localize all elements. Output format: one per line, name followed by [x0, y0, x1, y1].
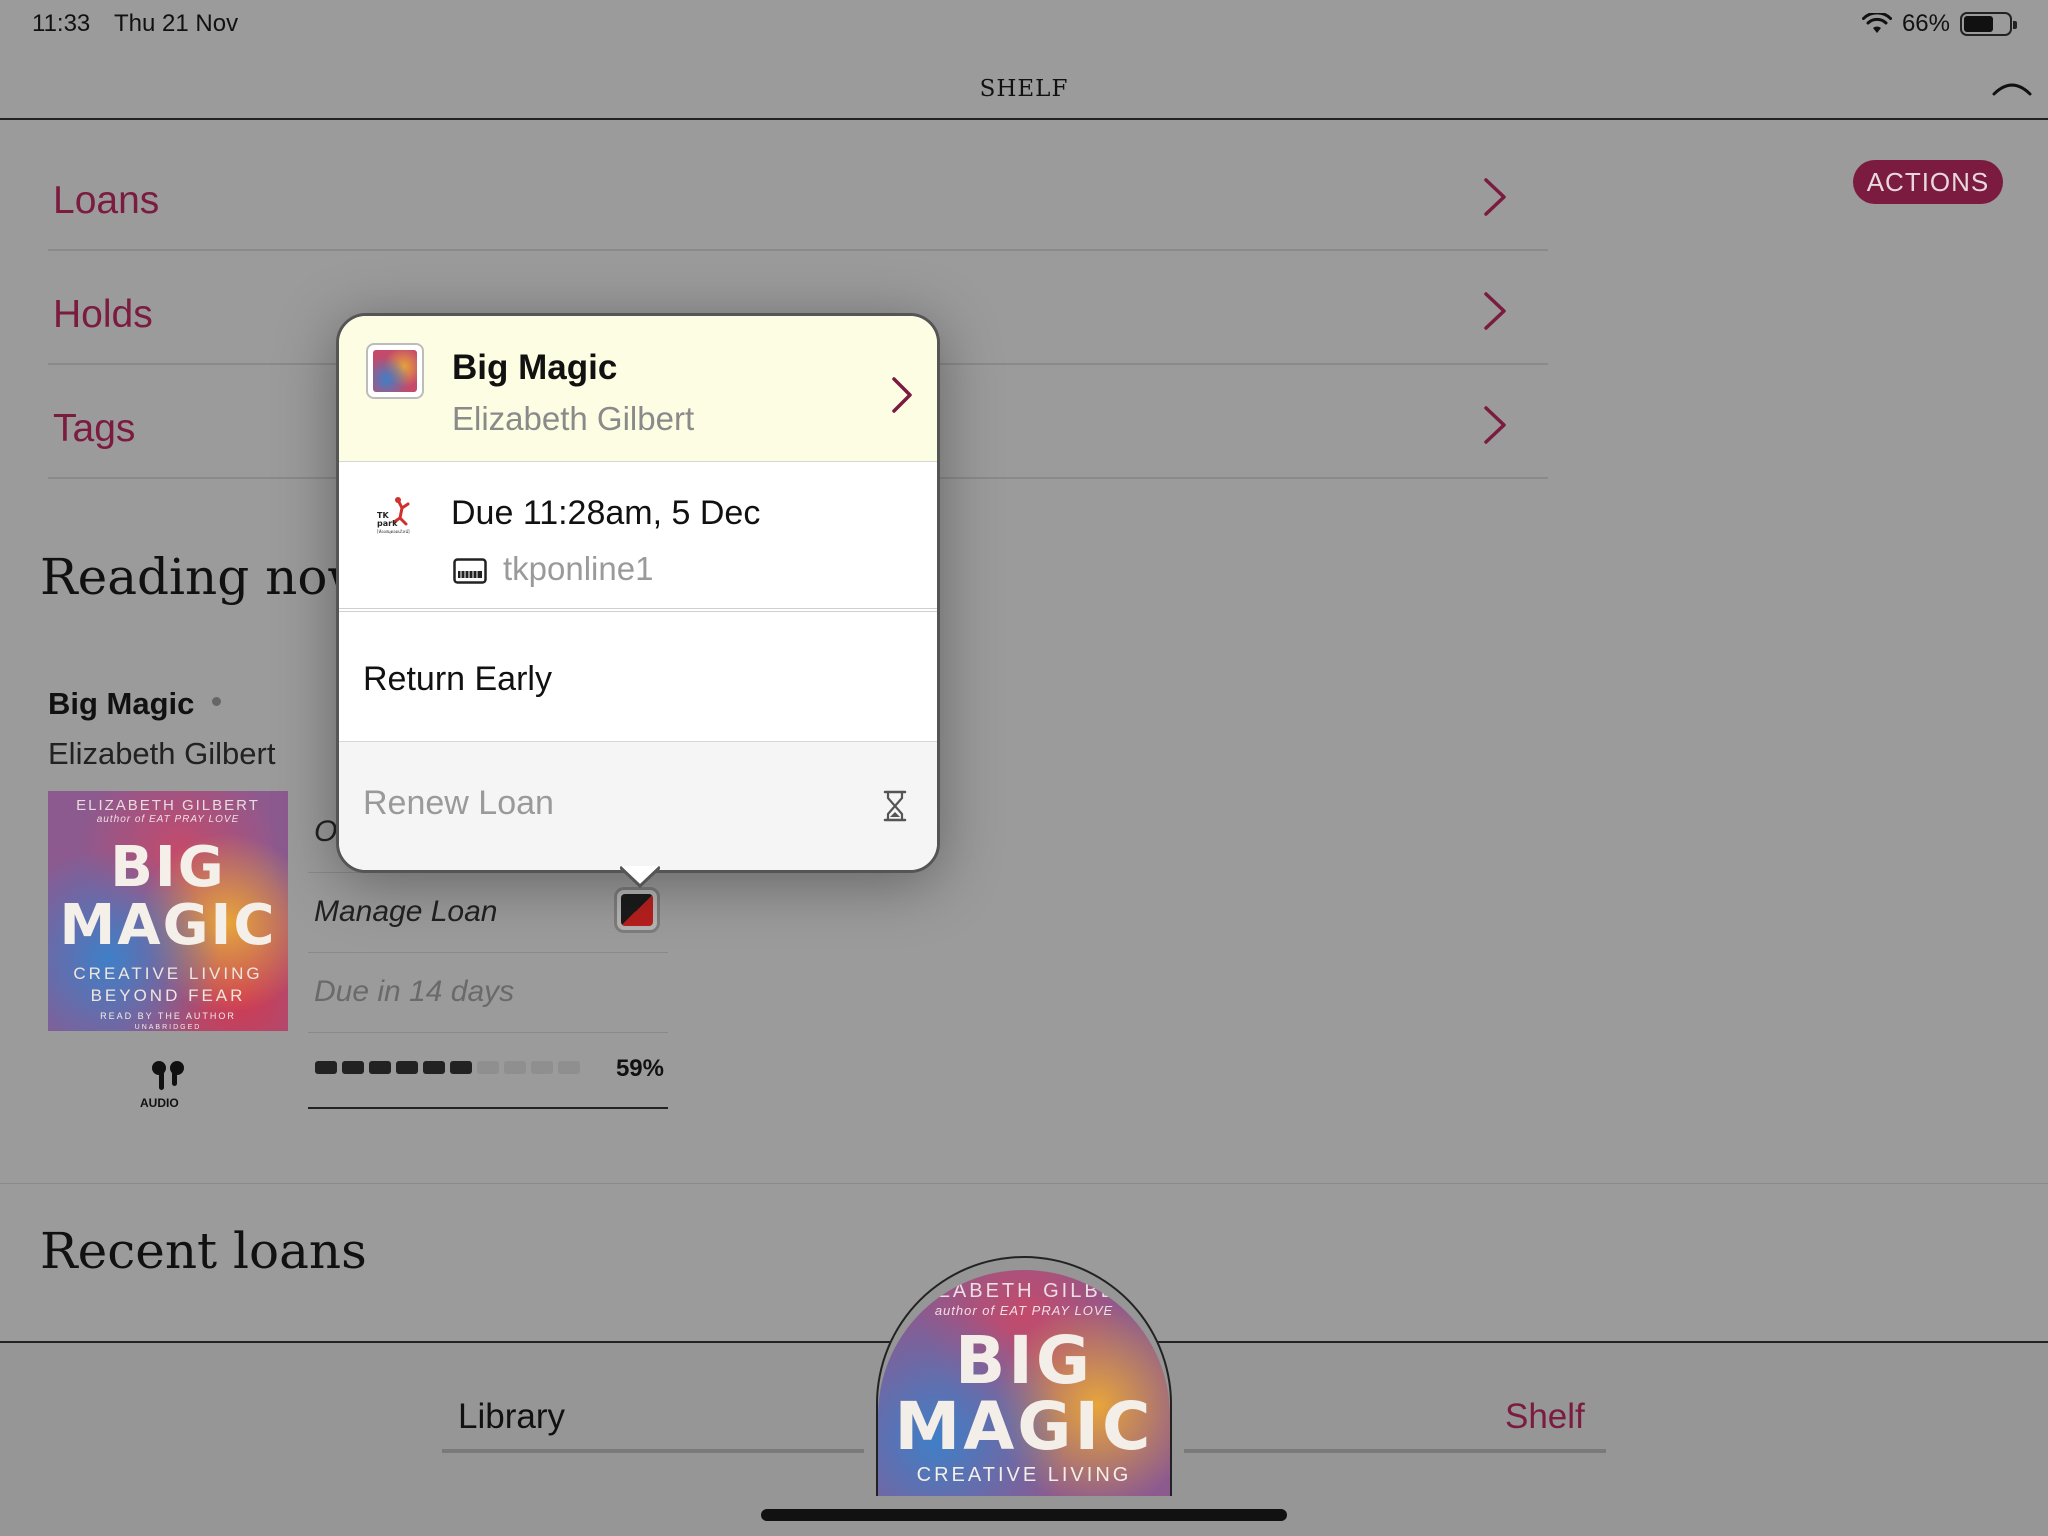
progress-bar — [315, 1061, 580, 1074]
progress-segment — [531, 1061, 553, 1074]
progress-segment — [450, 1061, 472, 1074]
renew-loan-button[interactable]: Renew Loan — [339, 742, 937, 870]
popover-book-title: Big Magic — [452, 348, 618, 387]
cover-unabridged: UNABRIDGED — [134, 1024, 202, 1031]
library-logo-text-3: [ห้องสมุดออนไลน์] — [377, 529, 410, 535]
library-loan-icon[interactable] — [614, 887, 660, 933]
popover-arrow — [620, 866, 660, 888]
progress-segment — [504, 1061, 526, 1074]
book-title[interactable]: Big Magic — [48, 686, 194, 722]
popover-book-author: Elizabeth Gilbert — [452, 400, 695, 437]
status-date: Thu 21 Nov — [114, 10, 239, 37]
menu-item-label: Loans — [53, 179, 160, 222]
progress-segment — [558, 1061, 580, 1074]
battery-fill — [1964, 16, 1994, 32]
format-label: AUDIO — [140, 1096, 179, 1110]
recent-loans-heading: Recent loans — [40, 1222, 367, 1280]
progress-segment — [477, 1061, 499, 1074]
cover-read-by: READ BY THE AUTHOR — [100, 1011, 236, 1021]
cover-title-line1: BIG — [110, 835, 226, 900]
tab-library-underline — [442, 1449, 864, 1453]
library-card-icon — [453, 558, 487, 584]
book-cover[interactable]: ELIZABETH GILBERT author of EAT PRAY LOV… — [48, 791, 288, 1031]
popover-book-thumbnail — [366, 343, 424, 399]
header-divider — [0, 118, 2048, 120]
dome-cover-title-line1: BIG — [954, 1322, 1094, 1399]
manage-loan-label: Manage Loan — [314, 895, 498, 928]
status-dot — [212, 697, 221, 706]
progress-segment — [396, 1061, 418, 1074]
actions-button[interactable]: ACTIONS — [1853, 160, 2003, 204]
tab-shelf-underline — [1184, 1449, 1606, 1453]
return-early-button[interactable]: Return Early — [339, 616, 937, 742]
thumbnail-image — [373, 350, 417, 392]
popover-due-date: Due 11:28am, 5 Dec — [451, 494, 761, 532]
progress-segment — [423, 1061, 445, 1074]
chevron-up-icon[interactable] — [1990, 74, 2034, 100]
dome-cover-subtitle: CREATIVE LIVING — [916, 1464, 1132, 1486]
progress-segment — [369, 1061, 391, 1074]
progress-percent: 59% — [615, 1055, 664, 1082]
menu-item-loans[interactable]: Loans — [48, 137, 1548, 251]
tab-library[interactable]: Library — [458, 1397, 565, 1437]
chevron-right-icon — [1484, 406, 1506, 444]
reading-progress: 59% — [308, 1045, 668, 1109]
wifi-icon — [1861, 13, 1892, 33]
cover-title-line2: MAGIC — [59, 893, 277, 958]
chevron-right-icon — [1484, 292, 1506, 330]
reading-now-heading: Reading now — [40, 548, 371, 606]
library-logo-icon: TK park [ห้องสมุดออนไลน์] — [377, 497, 410, 535]
section-divider — [0, 1183, 2048, 1184]
dome-cover-title-line2: MAGIC — [894, 1388, 1154, 1465]
popover-book-header[interactable]: Big Magic Elizabeth Gilbert — [339, 316, 937, 462]
menu-item-label: Holds — [53, 293, 153, 336]
cover-subtitle-line2: BEYOND FEAR — [90, 986, 246, 1005]
progress-segment — [315, 1061, 337, 1074]
page-title: SHELF — [979, 76, 1069, 102]
status-bar: 11:33 Thu 21 Nov 66% — [0, 0, 2048, 50]
cover-tagline: author of EAT PRAY LOVE — [96, 814, 240, 825]
cover-subtitle-line1: CREATIVE LIVING — [73, 964, 263, 983]
menu-item-label: Tags — [53, 407, 136, 450]
status-right: 66% — [1861, 10, 2017, 38]
library-logo-text-2: park — [377, 519, 398, 528]
chevron-right-icon — [892, 377, 912, 413]
loan-popover: Big Magic Elizabeth Gilbert TK park [ห้อ… — [336, 313, 940, 873]
hourglass-icon — [883, 790, 907, 822]
due-label: Due in 14 days — [314, 975, 515, 1008]
status-time: 11:33 — [32, 10, 91, 37]
popover-due-section: TK park [ห้องสมุดออนไลน์] Due 11:28am, 5… — [339, 462, 937, 612]
due-row: Due in 14 days — [308, 953, 668, 1033]
cover-author: ELIZABETH GILBERT — [76, 797, 260, 814]
loan-icon-graphic — [621, 894, 653, 926]
return-early-label: Return Early — [363, 660, 552, 698]
battery-percent: 66% — [1901, 10, 1950, 37]
library-card-number: tkponline1 — [503, 550, 654, 587]
chevron-right-icon — [1484, 178, 1506, 216]
home-indicator[interactable] — [761, 1509, 1287, 1521]
renew-loan-label: Renew Loan — [363, 784, 554, 822]
battery-icon — [1960, 12, 2017, 36]
earbuds-icon — [152, 1061, 184, 1090]
progress-segment — [342, 1061, 364, 1074]
tab-shelf[interactable]: Shelf — [1505, 1397, 1585, 1437]
book-author[interactable]: Elizabeth Gilbert — [48, 736, 275, 772]
